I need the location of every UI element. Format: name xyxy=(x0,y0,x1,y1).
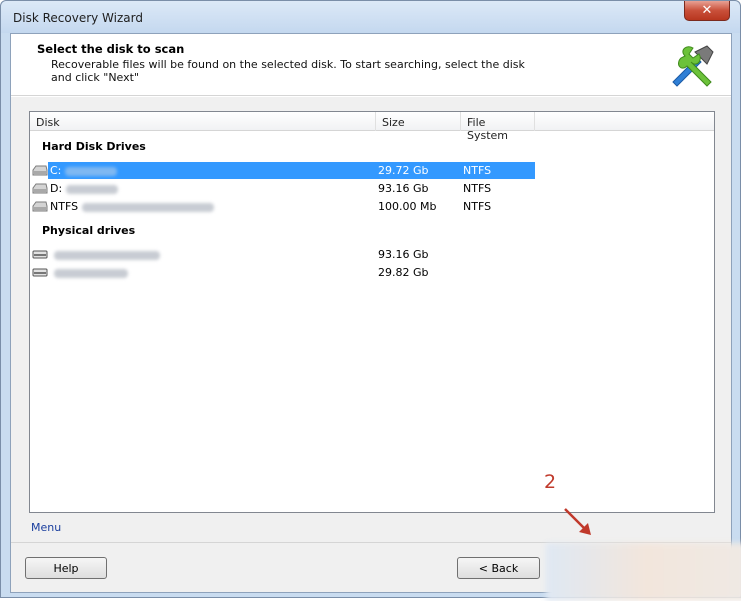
disk-size: 29.82 Gb xyxy=(378,266,429,279)
list-header: Disk Size File System xyxy=(30,112,714,142)
column-file-system[interactable]: File System xyxy=(461,112,535,142)
group-physical-drives: Physical drives xyxy=(42,224,136,237)
column-size[interactable]: Size xyxy=(376,112,461,131)
window-title: Disk Recovery Wizard xyxy=(13,11,143,25)
wizard-footer: Help < Back xyxy=(11,542,741,601)
disk-file-system: NTFS xyxy=(463,182,492,195)
redacted-label xyxy=(65,166,118,176)
disk-list[interactable]: Disk Size File System Hard Disk Drives C… xyxy=(29,111,715,513)
wizard-window: Disk Recovery Wizard ✕ Select the disk t… xyxy=(0,0,741,601)
volume-drive-icon xyxy=(32,183,48,194)
close-button[interactable]: ✕ xyxy=(684,1,730,21)
help-button[interactable]: Help xyxy=(25,557,107,579)
disk-size: 100.00 Mb xyxy=(378,200,437,213)
physical-drive-icon xyxy=(32,250,48,259)
annotation-number: 2 xyxy=(544,471,557,493)
disk-file-system: NTFS xyxy=(463,164,492,177)
annotation-arrow-icon xyxy=(564,508,591,535)
back-button[interactable]: < Back xyxy=(457,557,540,579)
redacted-label xyxy=(82,202,215,212)
disk-row-d[interactable]: D: 93.16 Gb NTFS xyxy=(30,180,535,197)
wizard-client: Select the disk to scan Recoverable file… xyxy=(10,33,741,601)
disk-row-ntfs[interactable]: NTFS 100.00 Mb NTFS xyxy=(30,198,535,215)
disk-size: 29.72 Gb xyxy=(378,164,429,177)
menu-link[interactable]: Menu xyxy=(31,521,61,534)
disk-name: C: xyxy=(50,164,62,177)
volume-drive-icon xyxy=(32,201,48,212)
redacted-buttons xyxy=(546,543,741,601)
redacted-label xyxy=(54,268,128,278)
close-icon: ✕ xyxy=(701,3,713,18)
wizard-body: Disk Size File System Hard Disk Drives C… xyxy=(11,97,731,542)
disk-row-c[interactable]: C: 29.72 Gb NTFS xyxy=(30,162,535,179)
page-title: Select the disk to scan xyxy=(37,42,185,56)
tools-icon xyxy=(672,45,714,87)
volume-drive-icon xyxy=(32,165,48,176)
physical-drive-row[interactable]: 29.82 Gb xyxy=(30,264,535,281)
redacted-label xyxy=(66,184,119,194)
disk-file-system: NTFS xyxy=(463,200,492,213)
disk-size: 93.16 Gb xyxy=(378,182,429,195)
physical-drive-icon xyxy=(32,268,48,277)
page-description: Recoverable files will be found on the s… xyxy=(51,58,525,84)
wizard-header: Select the disk to scan Recoverable file… xyxy=(11,34,731,96)
physical-drive-row[interactable]: 93.16 Gb xyxy=(30,246,535,263)
redacted-label xyxy=(54,250,160,260)
disk-size: 93.16 Gb xyxy=(378,248,429,261)
disk-name: NTFS xyxy=(50,200,79,213)
disk-name: D: xyxy=(50,182,63,195)
selection-highlight xyxy=(48,162,535,179)
column-disk[interactable]: Disk xyxy=(30,112,376,131)
title-bar[interactable]: Disk Recovery Wizard ✕ xyxy=(1,1,740,33)
group-hard-disk-drives: Hard Disk Drives xyxy=(42,140,146,153)
